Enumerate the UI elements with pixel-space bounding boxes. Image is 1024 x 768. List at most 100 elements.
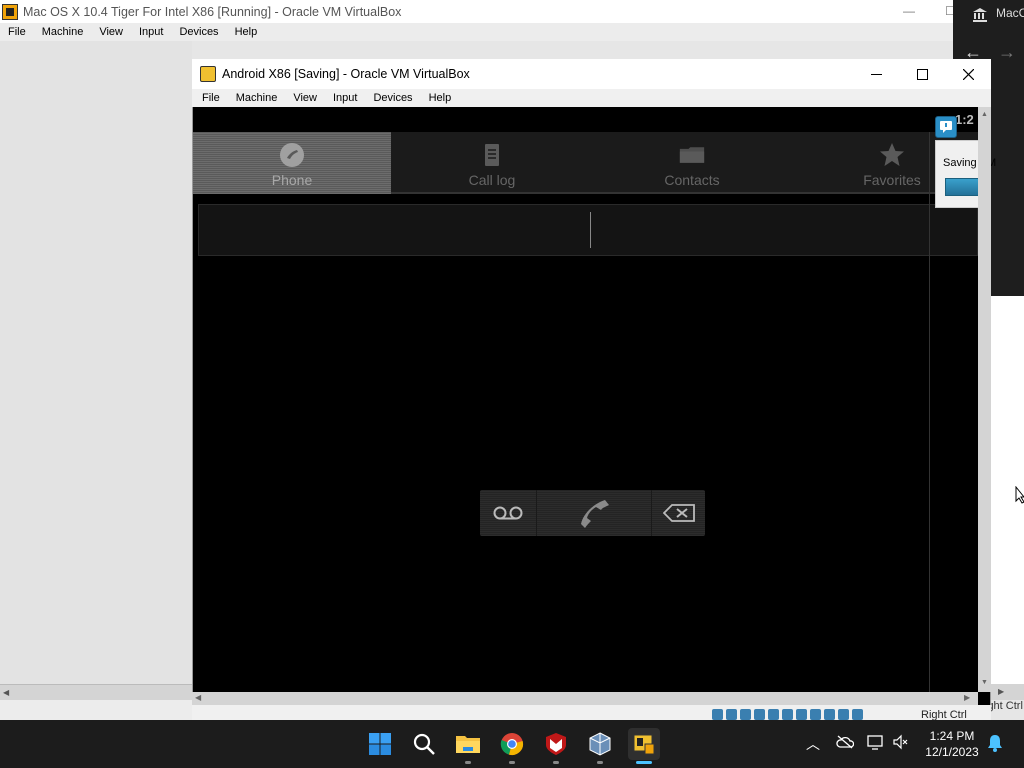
call-icon [581,500,609,528]
dial-number-input[interactable] [198,204,978,256]
menu-devices[interactable]: Devices [171,26,226,38]
running-indicator [553,761,559,764]
android-clock: 1:2 [955,112,974,127]
tab-call-log[interactable]: Call log [393,132,591,194]
android-horizontal-scrollbar[interactable]: ◀ ▶ [192,692,978,705]
browser-tab-title[interactable]: MacC [996,6,1024,20]
virtualbox-vm-icon [633,734,655,755]
mouse-integration-icon[interactable] [838,709,849,720]
menu-file[interactable]: File [0,26,34,38]
optical-drive-icon[interactable] [726,709,737,720]
mcafee-button[interactable] [540,728,572,760]
forward-arrow-icon[interactable]: → [998,42,1016,63]
notification-icon[interactable] [935,116,957,138]
background-window-titlebar[interactable]: Mac OS X 10.4 Tiger For Intel X86 [Runni… [0,0,960,23]
call-log-icon [485,144,499,166]
android-screen[interactable]: 1:2 Phone Call log Contacts Favorites [193,107,978,692]
file-explorer-button[interactable] [452,728,484,760]
mcafee-icon [546,733,566,755]
virtualbox-vm-button[interactable] [628,728,660,760]
scroll-left-icon[interactable]: ◀ [195,693,201,702]
close-button[interactable] [945,59,991,89]
virtualbox-icon [589,732,611,756]
backspace-icon [662,504,695,522]
scroll-down-icon[interactable]: ▼ [981,679,988,686]
audio-icon[interactable] [740,709,751,720]
keyboard-icon[interactable] [852,709,863,720]
contacts-icon [679,147,705,163]
tab-contacts[interactable]: Contacts [593,132,791,194]
scroll-right-icon[interactable]: ▶ [998,687,1004,696]
file-explorer-icon [456,736,480,753]
background-window-title: Mac OS X 10.4 Tiger For Intel X86 [Runni… [23,4,402,19]
android-status-bar [193,107,978,132]
chevron-up-icon[interactable]: ︿ [806,734,820,754]
menu-view[interactable]: View [91,26,131,38]
bank-icon [972,7,988,23]
scroll-left-icon[interactable]: ◀ [3,688,9,697]
network-icon[interactable] [754,709,765,720]
start-button[interactable] [364,728,396,760]
menu-machine[interactable]: Machine [228,92,286,104]
menu-file[interactable]: File [194,92,228,104]
overlay-divider [929,132,930,692]
recording-icon[interactable] [810,709,821,720]
virtualization-icon[interactable] [824,709,835,720]
chrome-icon [500,733,524,756]
active-indicator [636,761,652,764]
menu-machine[interactable]: Machine [34,26,92,38]
voicemail-button[interactable] [480,490,536,536]
backspace-button[interactable] [652,490,705,536]
windows-start-icon [369,733,391,755]
clock-time: 1:24 PM [929,729,975,743]
vm-status-icons [712,709,863,720]
usb-icon[interactable] [768,709,779,720]
android-window-statusbar [192,705,991,720]
display-icon[interactable] [796,709,807,720]
system-clock[interactable]: 1:24 PM 12/1/2023 [916,728,988,760]
menu-view[interactable]: View [285,92,325,104]
menu-input[interactable]: Input [325,92,365,104]
background-horizontal-scrollbar[interactable]: ◀ [0,684,192,700]
android-window-menubar: File Machine View Input Devices Help [192,89,991,107]
network-icon[interactable] [867,734,885,755]
hard-disk-icon[interactable] [712,709,723,720]
virtualbox-window-icon [2,3,18,20]
clock-date: 12/1/2023 [925,745,979,759]
onedrive-off-icon[interactable] [836,735,855,754]
background-menubar: File Machine View Input Devices Help [0,23,960,41]
running-indicator [509,761,515,764]
tab-phone[interactable]: Phone [193,132,391,194]
search-button[interactable] [408,728,440,760]
menu-devices[interactable]: Devices [365,92,420,104]
resize-cursor-icon [1015,485,1024,504]
notification-bell-icon[interactable] [986,734,1004,757]
call-button[interactable] [536,490,652,536]
tab-favorites-label: Favorites [863,172,921,188]
menu-help[interactable]: Help [227,26,266,38]
background-vm-screen[interactable] [0,41,192,684]
voicemail-icon [493,506,523,520]
scroll-up-icon[interactable]: ▲ [981,111,988,118]
tab-phone-label: Phone [271,172,313,188]
tab-call-log-label: Call log [468,172,516,188]
maximize-button[interactable] [899,59,945,89]
search-icon [413,733,435,755]
volume-muted-icon[interactable] [893,734,909,755]
menu-help[interactable]: Help [421,92,460,104]
dialer-action-bar [480,490,705,536]
tab-underline [391,192,978,194]
running-indicator [597,761,603,764]
background-minimize-button[interactable]: — [903,4,915,18]
minimize-button[interactable] [853,59,899,89]
android-window-title: Android X86 [Saving] - Oracle VM Virtual… [222,67,470,81]
dialer-tab-bar: Phone Call log Contacts Favorites [193,132,978,194]
virtualbox-button[interactable] [584,728,616,760]
android-vertical-scrollbar[interactable]: ▲ ▼ [978,107,991,692]
shared-folders-icon[interactable] [782,709,793,720]
running-indicator [465,761,471,764]
chrome-button[interactable] [496,728,528,760]
virtualbox-window-icon [200,66,216,82]
scroll-right-icon[interactable]: ▶ [964,693,970,702]
menu-input[interactable]: Input [131,26,171,38]
